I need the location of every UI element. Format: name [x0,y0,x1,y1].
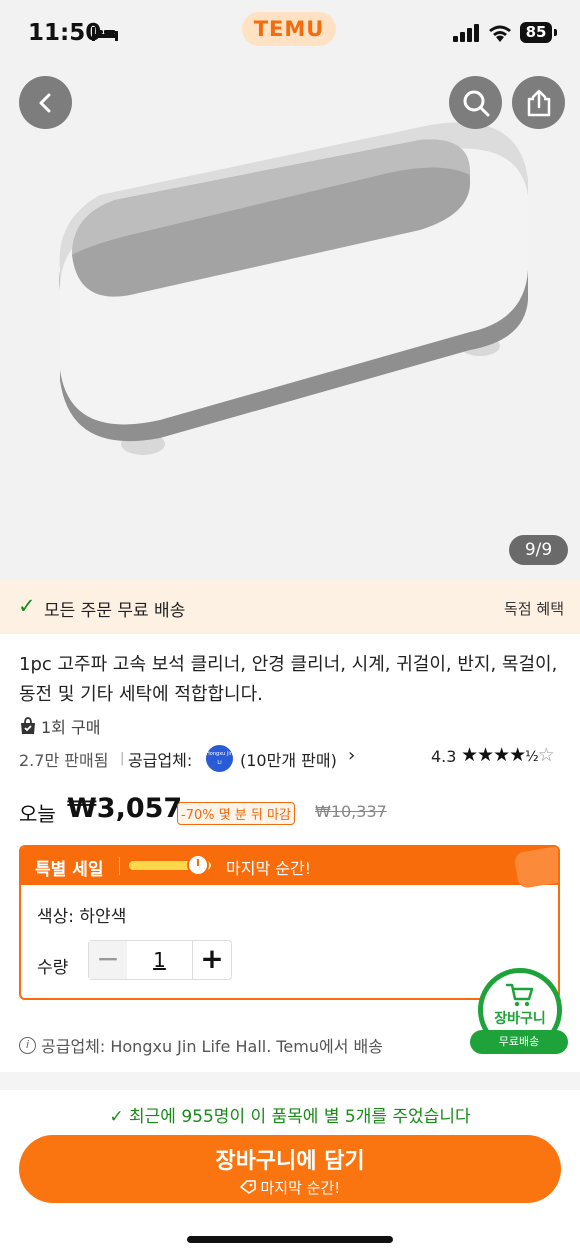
free-shipping-banner[interactable]: ✓ 모든 주문 무료 배송 독점 혜택 [0,580,580,634]
original-price: ₩10,337 [315,802,387,821]
add-to-cart-sub-text: 마지막 순간! [260,1179,341,1197]
decrease-quantity-button[interactable]: − [89,941,127,979]
temu-logo[interactable]: TEMU [242,12,336,46]
info-icon: i [19,1036,36,1054]
sale-final-moment: 마지막 순간! [226,859,312,878]
shopping-bag-icon [21,717,35,734]
check-icon: ✓ [109,1107,124,1127]
divider: | [120,751,125,766]
cellular-signal-icon [453,24,479,42]
add-to-cart-label: 장바구니에 담기 [215,1149,365,1174]
battery-indicator: 85 [520,22,557,43]
empty-star-icon: ☆ [537,744,555,766]
sleep-focus-icon [92,27,118,41]
add-to-cart-button[interactable]: 장바구니에 담기 마지막 순간! [19,1135,561,1203]
sale-decoration [513,847,558,890]
supplier-notice-text: 공급업체: Hongxu Jin Life Hall. Temu에서 배송 [41,1037,383,1056]
home-indicator[interactable] [187,1236,393,1243]
sale-title: 특별 세일 [35,860,104,880]
rating-stars[interactable]: ★★★★½☆ [461,744,555,766]
quantity-stepper[interactable]: − 1 + [88,940,232,980]
supplier-notice: i 공급업체: Hongxu Jin Life Hall. Temu에서 배송 [19,1033,383,1057]
add-to-cart-sub: 마지막 순간! [19,1177,561,1198]
sold-count: 2.7만 판매됨 [19,751,109,770]
quantity-value[interactable]: 1 [127,941,192,979]
free-shipping-text: 모든 주문 무료 배송 [44,601,186,621]
exclusive-benefit-link[interactable]: 독점 혜택 [504,598,564,619]
today-label: 오늘 [19,802,56,826]
tag-icon [239,1180,256,1194]
image-counter: 9/9 [509,535,568,565]
section-divider [0,1072,580,1090]
rating-value[interactable]: 4.3 [431,747,456,766]
clock-icon [187,854,209,876]
free-shipping-pill: 무료배송 [470,1030,568,1054]
search-icon [463,90,489,116]
review-note-text: 최근에 955명이 이 품목에 별 5개를 주었습니다 [129,1107,471,1127]
increase-quantity-button[interactable]: + [192,941,231,979]
product-title: 1pc 고주파 고속 보석 클리너, 안경 클리너, 시계, 귀걸이, 반지, … [19,654,558,705]
price-row: 오늘 ₩3,057 -70% 몇 분 뒤 마감 ₩10,337 [19,793,564,829]
stats-line: 2.7만 판매됨 | 공급업체: Hongxu Jin Li (10만개 판매)… [19,744,564,772]
share-button[interactable] [512,76,565,129]
cart-icon [505,983,534,1007]
quantity-label: 수량 [37,958,69,978]
floating-cart-label: 장바구니 [494,1011,546,1027]
status-bar: 11:50 TEMU 85 [0,0,580,68]
purchase-count: 1회 구매 [19,714,100,738]
check-icon: ✓ [18,594,36,618]
supplier-sales[interactable]: (10만개 판매) [240,747,337,771]
status-time: 11:50 [28,20,102,46]
special-sale-box: 특별 세일 마지막 순간! 색상: 하얀색 수량 − 1 + [19,845,560,1000]
back-button[interactable] [19,76,72,129]
review-note: ✓ 최근에 955명이 이 품목에 별 5개를 주었습니다 [0,1102,580,1127]
color-selection[interactable]: 색상: 하얀색 [37,902,126,927]
half-star-icon: ½ [525,749,539,765]
divider [119,857,120,875]
wifi-icon [489,25,511,42]
chevron-left-icon [39,93,50,112]
supplier-logo[interactable]: Hongxu Jin Li [206,745,233,772]
chevron-right-icon[interactable]: › [348,745,355,766]
current-price: ₩3,057 [67,793,183,824]
share-icon [527,89,550,116]
purchase-count-text: 1회 구매 [41,718,101,737]
supplier-label: 공급업체: [128,751,193,770]
sale-header: 특별 세일 마지막 순간! [21,847,558,890]
search-button[interactable] [449,76,502,129]
discount-badge: -70% 몇 분 뒤 마감 [177,802,295,825]
